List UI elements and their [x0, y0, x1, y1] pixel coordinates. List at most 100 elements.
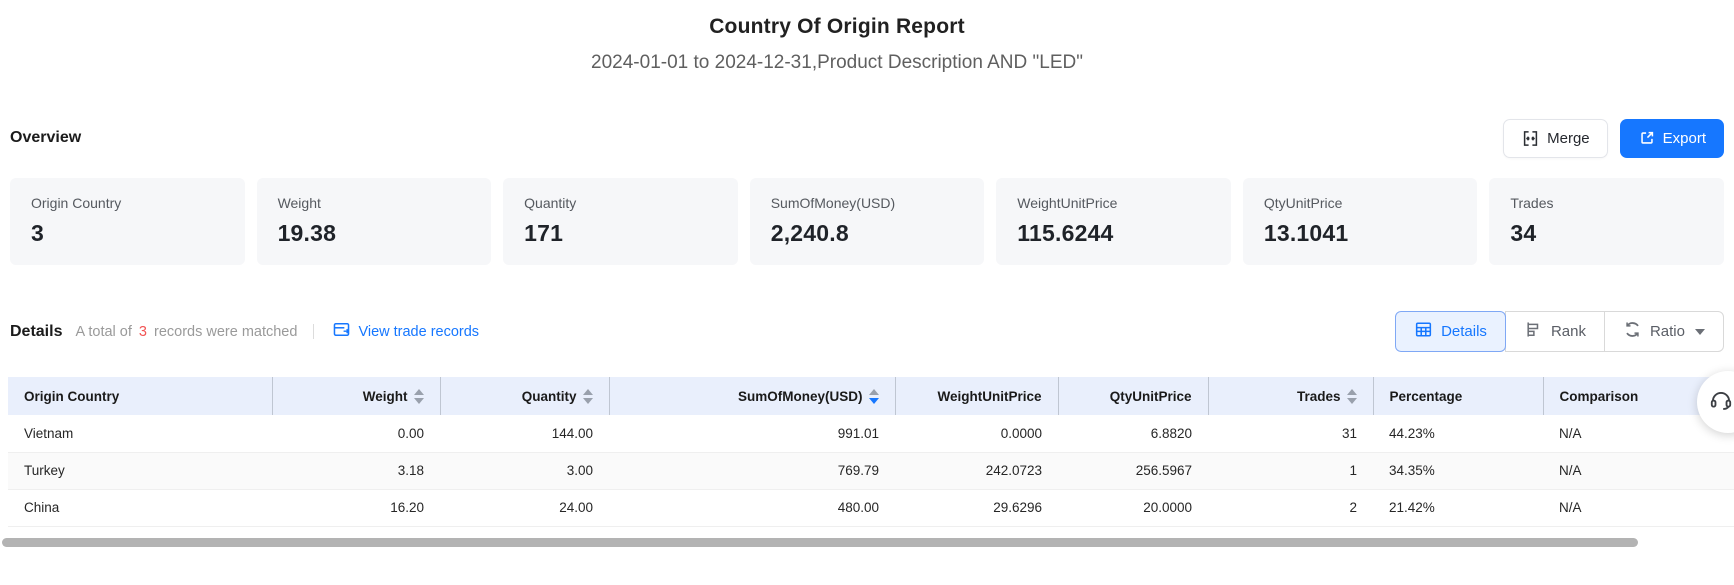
overview-bar: Overview Merge Export: [0, 118, 1734, 158]
column-header-trades[interactable]: Trades: [1208, 377, 1373, 415]
sort-desc-caret: [869, 398, 879, 404]
column-header-origin-country: Origin Country: [8, 377, 272, 415]
overview-card-origin-country: Origin Country 3: [10, 178, 245, 265]
cell-weightunitprice: 0.0000: [895, 415, 1058, 452]
cell-sumofmoney-usd: 480.00: [609, 489, 895, 526]
column-header-quantity[interactable]: Quantity: [440, 377, 609, 415]
cell-origin-country: Turkey: [8, 452, 272, 489]
divider: [313, 324, 314, 339]
card-label: Weight: [278, 195, 471, 211]
table-row-vietnam: Vietnam0.00144.00991.010.00006.88203144.…: [8, 415, 1734, 452]
card-value: 3: [31, 220, 224, 247]
details-table: Origin Country Weight Quantity SumOfMoney(U…: [8, 377, 1734, 527]
details-heading: Details: [10, 323, 62, 341]
sort-asc-caret: [414, 389, 424, 395]
match-summary-prefix: A total of: [75, 324, 131, 340]
card-value: 13.1041: [1264, 220, 1457, 247]
table-row-china: China16.2024.00480.0029.629620.0000221.4…: [8, 489, 1734, 526]
overview-cards: Origin Country3Weight19.38Quantity171Sum…: [0, 178, 1734, 265]
card-label: SumOfMoney(USD): [771, 195, 964, 211]
cell-qtyunitprice: 20.0000: [1058, 489, 1208, 526]
column-header-qtyunitprice: QtyUnitPrice: [1058, 377, 1208, 415]
view-button-rank[interactable]: Rank: [1505, 311, 1605, 352]
view-trade-records-link[interactable]: View trade records: [332, 320, 479, 343]
table-header-row: Origin Country Weight Quantity SumOfMoney(U…: [8, 377, 1734, 415]
overview-card-trades: Trades 34: [1489, 178, 1724, 265]
column-header-label: QtyUnitPrice: [1110, 389, 1192, 404]
table-icon: [1414, 320, 1433, 343]
sort-icon[interactable]: [1347, 389, 1357, 404]
cell-origin-country: Vietnam: [8, 415, 272, 452]
overview-heading: Overview: [10, 129, 81, 147]
column-header-percentage: Percentage: [1373, 377, 1543, 415]
page-title: Country Of Origin Report: [0, 15, 1674, 39]
export-button[interactable]: Export: [1620, 119, 1724, 158]
card-value: 34: [1510, 220, 1703, 247]
cell-percentage: 21.42%: [1373, 489, 1543, 526]
column-header-label: Origin Country: [24, 389, 119, 404]
cell-qtyunitprice: 256.5967: [1058, 452, 1208, 489]
merge-button-label: Merge: [1547, 130, 1590, 147]
merge-icon: [1521, 129, 1540, 148]
card-label: QtyUnitPrice: [1264, 195, 1457, 211]
view-button-label: Details: [1441, 323, 1487, 340]
sort-icon[interactable]: [414, 389, 424, 404]
cell-qtyunitprice: 6.8820: [1058, 415, 1208, 452]
cell-comparison: N/A: [1543, 452, 1734, 489]
sort-asc-caret: [583, 389, 593, 395]
sort-desc-caret: [583, 398, 593, 404]
match-summary-suffix: records were matched: [154, 324, 297, 340]
cell-sumofmoney-usd: 769.79: [609, 452, 895, 489]
cell-sumofmoney-usd: 991.01: [609, 415, 895, 452]
sort-desc-caret: [1347, 398, 1357, 404]
column-header-label: Percentage: [1390, 389, 1463, 404]
column-header-sumofmoney-usd[interactable]: SumOfMoney(USD): [609, 377, 895, 415]
card-label: WeightUnitPrice: [1017, 195, 1210, 211]
report-header: Country Of Origin Report 2024-01-01 to 2…: [0, 0, 1734, 74]
column-header-weightunitprice: WeightUnitPrice: [895, 377, 1058, 415]
column-header-label: Weight: [363, 389, 408, 404]
page-subtitle: 2024-01-01 to 2024-12-31,Product Descrip…: [0, 52, 1674, 74]
headset-icon: [1708, 387, 1734, 418]
overview-card-sumofmoney-usd: SumOfMoney(USD) 2,240.8: [750, 178, 985, 265]
horizontal-scrollbar[interactable]: [0, 537, 1734, 549]
view-button-ratio[interactable]: Ratio: [1604, 311, 1724, 352]
view-trade-records-label: View trade records: [358, 324, 479, 340]
overview-card-weight: Weight 19.38: [257, 178, 492, 265]
view-button-label: Rank: [1551, 323, 1586, 340]
cell-weightunitprice: 242.0723: [895, 452, 1058, 489]
sort-asc-caret: [1347, 389, 1357, 395]
cell-percentage: 44.23%: [1373, 415, 1543, 452]
scrollbar-thumb[interactable]: [2, 538, 1638, 547]
card-value: 2,240.8: [771, 220, 964, 247]
cell-weightunitprice: 29.6296: [895, 489, 1058, 526]
overview-actions: Merge Export: [1503, 119, 1724, 158]
sort-icon[interactable]: [869, 389, 879, 404]
match-count: 3: [139, 324, 147, 340]
column-header-label: WeightUnitPrice: [937, 389, 1041, 404]
view-button-details[interactable]: Details: [1395, 311, 1506, 352]
sort-asc-caret: [869, 389, 879, 395]
rank-icon: [1524, 320, 1543, 343]
card-label: Trades: [1510, 195, 1703, 211]
view-switcher: Details Rank Ratio: [1395, 311, 1724, 352]
cell-quantity: 24.00: [440, 489, 609, 526]
card-value: 19.38: [278, 220, 471, 247]
merge-button[interactable]: Merge: [1503, 119, 1608, 158]
cell-weight: 0.00: [272, 415, 440, 452]
card-label: Quantity: [524, 195, 717, 211]
view-button-label: Ratio: [1650, 323, 1685, 340]
cell-comparison: N/A: [1543, 489, 1734, 526]
column-header-label: Comparison: [1560, 389, 1639, 404]
column-header-weight[interactable]: Weight: [272, 377, 440, 415]
cell-trades: 1: [1208, 452, 1373, 489]
card-value: 115.6244: [1017, 220, 1210, 247]
column-header-label: Trades: [1297, 389, 1341, 404]
sort-desc-caret: [414, 398, 424, 404]
overview-card-weightunitprice: WeightUnitPrice 115.6244: [996, 178, 1231, 265]
overview-card-quantity: Quantity171: [503, 178, 738, 265]
ratio-icon: [1623, 320, 1642, 343]
sort-icon[interactable]: [583, 389, 593, 404]
card-label: Origin Country: [31, 195, 224, 211]
column-header-label: Quantity: [522, 389, 577, 404]
